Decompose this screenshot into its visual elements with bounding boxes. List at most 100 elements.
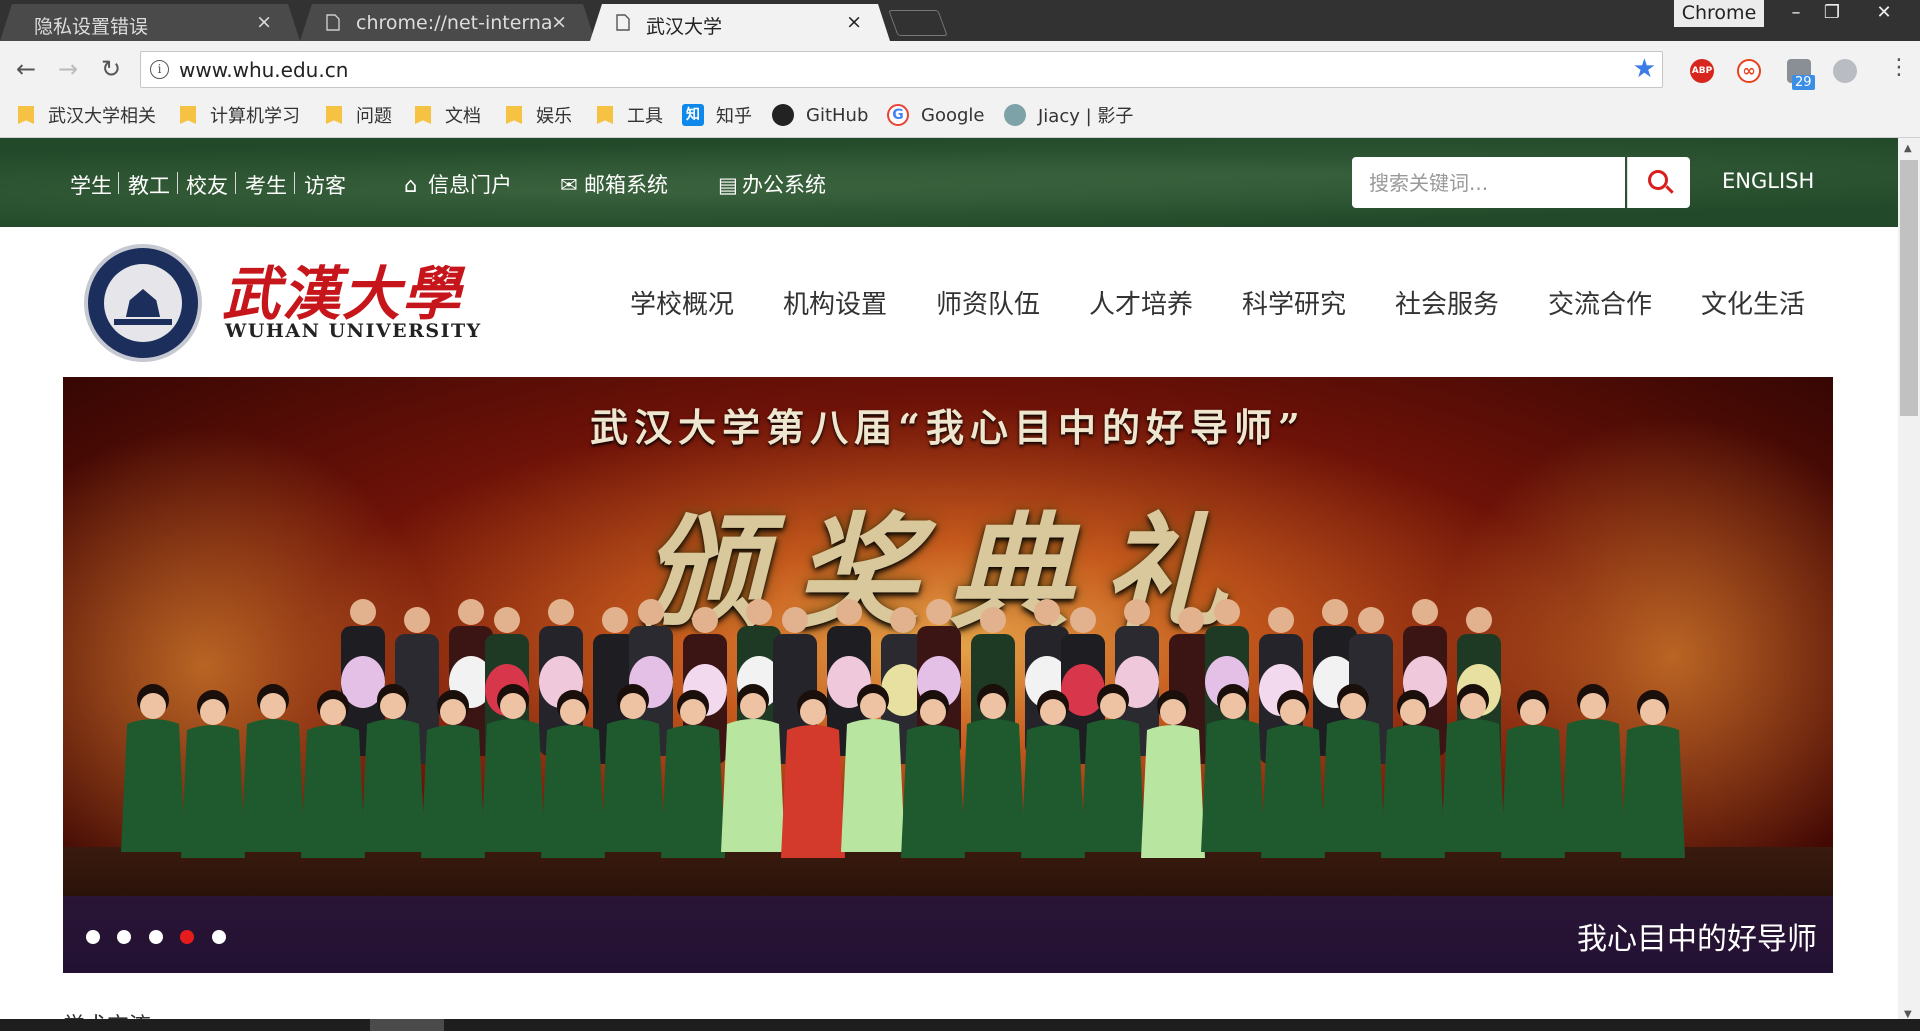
folder-icon [597, 106, 613, 124]
bookmark-folder[interactable]: 问题 [326, 99, 392, 131]
carousel-dot-active[interactable] [180, 930, 194, 944]
search-input[interactable] [1352, 157, 1625, 208]
infinity-icon[interactable]: ∞ [1737, 59, 1761, 83]
tab-net-internals[interactable]: chrome://net-internals × [300, 4, 595, 41]
person-seated [121, 684, 185, 852]
info-portal-link[interactable]: ⌂ 信息门户 [404, 169, 512, 199]
audience-link-alumni[interactable]: 校友 [186, 170, 228, 200]
nav-culture[interactable]: 文化生活 [1701, 284, 1805, 321]
folder-icon [415, 106, 431, 124]
bookmark-github[interactable]: GitHub [772, 99, 868, 131]
seal-base [114, 319, 172, 325]
audience-link-students[interactable]: 学生 [70, 170, 112, 200]
circle-icon[interactable] [1833, 59, 1857, 83]
zhihu-icon: 知 [682, 104, 704, 126]
tab-close-icon[interactable]: × [256, 11, 272, 33]
new-tab-button[interactable] [888, 10, 948, 36]
seal-building [125, 289, 161, 317]
link-label: 信息门户 [428, 173, 512, 197]
bookmark-label: 娱乐 [536, 106, 572, 127]
tab-close-icon[interactable]: × [846, 11, 862, 33]
carousel-dot[interactable] [212, 930, 226, 944]
nav-education[interactable]: 人才培养 [1089, 284, 1193, 321]
folder-icon [326, 106, 342, 124]
site-top-bar: 学生 教工 校友 考生 访客 ⌂ 信息门户 ✉邮箱系统 ▤办公系统 ENGLISH [0, 138, 1898, 227]
bookmark-label: 文档 [445, 106, 481, 127]
whu-homepage: 学生 教工 校友 考生 访客 ⌂ 信息门户 ✉邮箱系统 ▤办公系统 ENGLISH… [0, 138, 1898, 1024]
office-icon: ▤ [718, 173, 738, 197]
site-header: 武漢大學 WUHAN UNIVERSITY 学校概况 机构设置 师资队伍 人才培… [0, 227, 1898, 370]
nav-exchange[interactable]: 交流合作 [1548, 284, 1652, 321]
github-icon [772, 104, 794, 126]
audience-link-applicants[interactable]: 考生 [245, 170, 287, 200]
bookmark-zhihu[interactable]: 知知乎 [682, 99, 752, 131]
university-seal-logo[interactable] [84, 244, 202, 362]
mail-icon: ✉ [560, 173, 578, 197]
link-label: 邮箱系统 [584, 173, 668, 197]
vertical-scrollbar[interactable]: ▲ ▼ [1898, 138, 1920, 1024]
carousel-caption-bar: 我心目中的好导师 [63, 896, 1833, 973]
profile-label[interactable]: Chrome [1674, 0, 1764, 27]
forward-button[interactable]: → [50, 55, 86, 83]
close-window-button[interactable]: ✕ [1858, 0, 1910, 27]
mail-system-link[interactable]: ✉ 邮箱系统 [560, 169, 668, 199]
bookmark-folder[interactable]: 计算机学习 [180, 99, 300, 131]
bookmark-google[interactable]: G Google [887, 99, 984, 131]
office-system-link[interactable]: ▤ 办公系统 [718, 169, 826, 199]
bookmark-folder[interactable]: 娱乐 [506, 99, 572, 131]
url-text[interactable]: www.whu.edu.cn [179, 58, 348, 82]
bookmark-folder[interactable]: 文档 [415, 99, 481, 131]
site-info-icon[interactable]: i [150, 60, 169, 79]
logo-english-name[interactable]: WUHAN UNIVERSITY [225, 320, 482, 342]
taskbar-app[interactable] [370, 1019, 444, 1031]
logo-chinese-name[interactable]: 武漢大學 [222, 247, 462, 331]
browser-toolbar: ← → ↻ i www.whu.edu.cn ★ ABP ∞ 29 ⋮ 武汉大学… [0, 41, 1920, 138]
audience-link-staff[interactable]: 教工 [128, 170, 170, 200]
carousel-caption[interactable]: 我心目中的好导师 [1577, 914, 1817, 958]
reload-button[interactable]: ↻ [93, 55, 129, 83]
bookmark-label: 工具 [627, 106, 663, 127]
tab-privacy-error[interactable]: 隐私设置错误 × [0, 4, 300, 41]
carousel-dot[interactable] [86, 930, 100, 944]
bookmark-star-icon[interactable]: ★ [1633, 54, 1656, 84]
page-icon [616, 14, 630, 31]
nav-research[interactable]: 科学研究 [1242, 284, 1346, 321]
scroll-up-icon[interactable]: ▲ [1904, 143, 1912, 154]
bookmark-folder[interactable]: 工具 [597, 99, 663, 131]
bookmark-label: 计算机学习 [210, 106, 300, 127]
back-button[interactable]: ← [8, 55, 44, 83]
folder-icon [18, 106, 34, 124]
tab-title: chrome://net-internals [356, 12, 551, 34]
search-button[interactable] [1627, 157, 1690, 208]
divider [177, 172, 178, 194]
bookmark-label: 知乎 [716, 106, 752, 127]
hero-carousel[interactable]: 武汉大学第八届“我心目中的好导师” 颁奖典礼 我心目中的好导师 [63, 377, 1833, 973]
adblock-plus-icon[interactable]: ABP [1690, 59, 1714, 83]
tab-whu[interactable]: 武汉大学 × [590, 4, 890, 41]
english-link[interactable]: ENGLISH [1722, 169, 1814, 193]
person-seated [961, 684, 1025, 852]
bookmarks-bar: 武汉大学相关 计算机学习 问题 文档 娱乐 工具 知知乎 GitHub G Goo… [0, 99, 1920, 131]
nav-faculty[interactable]: 师资队伍 [936, 284, 1040, 321]
seal-inner [104, 264, 182, 342]
scrollbar-thumb[interactable] [1900, 160, 1918, 416]
person-seated [181, 690, 245, 858]
person-seated [1501, 690, 1565, 858]
nav-social-service[interactable]: 社会服务 [1395, 284, 1499, 321]
menu-icon[interactable]: ⋮ [1888, 55, 1910, 80]
tab-close-icon[interactable]: × [551, 11, 567, 33]
address-bar[interactable]: i www.whu.edu.cn ★ [140, 51, 1663, 88]
page-icon [326, 14, 340, 31]
audience-link-visitors[interactable]: 访客 [304, 170, 346, 200]
site-search [1352, 157, 1625, 208]
restore-button[interactable]: ❐ [1810, 0, 1854, 27]
carousel-dot[interactable] [117, 930, 131, 944]
divider [118, 172, 119, 194]
bookmark-jiacy[interactable]: Jiacy | 影子 [1004, 99, 1133, 131]
bookmark-folder[interactable]: 武汉大学相关 [18, 99, 156, 131]
nav-organization[interactable]: 机构设置 [783, 284, 887, 321]
divider [235, 172, 236, 194]
tab-strip: 隐私设置错误 × chrome://net-internals × 武汉大学 ×… [0, 0, 1920, 41]
carousel-dot[interactable] [149, 930, 163, 944]
nav-overview[interactable]: 学校概况 [630, 284, 734, 321]
